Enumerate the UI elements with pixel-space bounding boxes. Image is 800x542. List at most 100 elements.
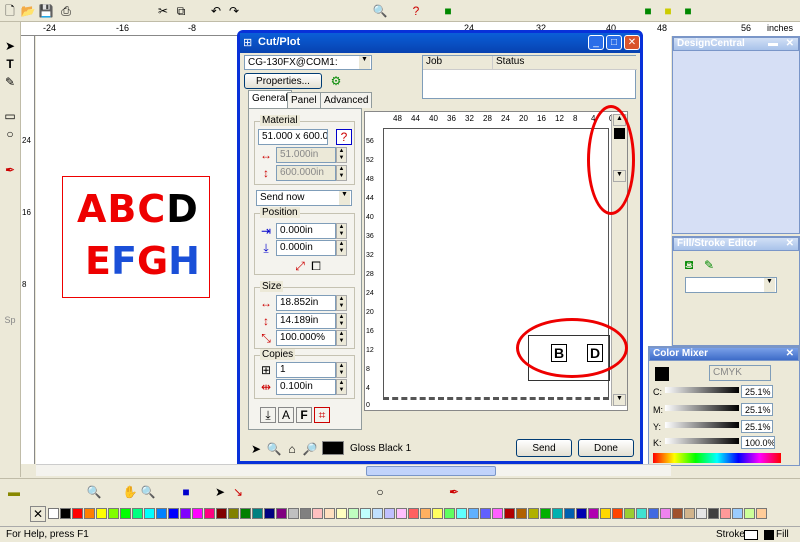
palette-swatch[interactable] [372,508,383,519]
send-mode-select[interactable]: Send now ▼ [256,190,352,206]
y-field[interactable]: 25.1% [741,420,773,433]
color-tool-icon[interactable]: ■ [178,484,194,500]
palette-swatch[interactable] [468,508,479,519]
spacing-field[interactable]: 0.100in [276,379,336,395]
ellipse-tool-icon[interactable]: ○ [2,126,18,142]
palette-swatch[interactable] [552,508,563,519]
print-icon[interactable]: ⎙ [58,3,74,19]
fit-icon[interactable]: ⌂ [284,441,300,457]
palette-swatch[interactable] [564,508,575,519]
palette-swatch[interactable] [276,508,287,519]
palette-swatch[interactable] [348,508,359,519]
k-field[interactable]: 100.0% [741,436,775,449]
palette-swatch[interactable] [636,508,647,519]
zoom-out-icon[interactable]: 🔎 [302,441,318,457]
palette-swatch[interactable] [408,508,419,519]
scrollbar-thumb[interactable] [366,466,496,476]
scale-spinner[interactable]: ▲ ▼ [336,330,347,346]
copies-field[interactable]: 1 [276,362,336,378]
position-x-spinner[interactable]: ▲ ▼ [336,223,347,239]
palette-swatch[interactable] [228,508,239,519]
stroke-pen-icon[interactable]: ✎ [701,257,717,273]
c-field[interactable]: 25.1% [741,385,773,398]
palette-swatch[interactable] [72,508,83,519]
palette-swatch[interactable] [528,508,539,519]
save-icon[interactable]: 💾 [38,3,54,19]
palette-swatch[interactable] [540,508,551,519]
new-icon[interactable]: 🗋 [2,3,18,19]
size-height-field[interactable]: 14.189in [276,313,336,329]
palette-swatch[interactable] [48,508,59,519]
tab-general[interactable]: General [248,90,292,108]
hand-tool-icon[interactable]: ✋ [122,484,138,500]
palette-swatch[interactable] [156,508,167,519]
cutplot-titlebar[interactable]: Cut/Plot [240,33,640,53]
material-select[interactable]: 51.000 x 600.0 [258,129,328,145]
minimize-button[interactable]: _ [588,35,604,50]
artwork-frame[interactable]: ABCD EFGH [62,176,210,298]
text-tool-icon[interactable]: T [2,56,18,72]
fill-bucket-icon[interactable]: ⛾ [681,257,697,273]
mode-icon-1[interactable]: ⤓ [260,407,276,423]
help-icon[interactable]: ? [408,3,424,19]
palette-swatch[interactable] [120,508,131,519]
size-width-spinner[interactable]: ▲ ▼ [336,295,347,311]
panel-close-icon[interactable]: ✕ [786,38,794,49]
palette-swatch[interactable] [216,508,227,519]
select-tool-icon[interactable]: ➤ [2,38,18,54]
palette-swatch[interactable] [612,508,623,519]
position-y-field[interactable]: 0.000in [276,240,336,256]
fill-stroke-title[interactable]: Fill/Stroke Editor ✕ [673,237,799,251]
palette-swatch[interactable] [96,508,107,519]
maximize-button[interactable]: □ [606,35,622,50]
horizontal-scrollbar[interactable] [36,464,671,476]
properties-button[interactable]: Properties... [244,73,322,89]
palette-swatch[interactable] [384,508,395,519]
hue-spectrum[interactable] [653,453,781,463]
zoom-icon[interactable]: 🔍 [372,3,388,19]
zoom-in-tool-icon[interactable]: 🔍 [140,484,156,500]
redo-icon[interactable]: ↷ [226,3,242,19]
panel-close-icon[interactable]: ✕ [786,348,794,359]
palette-swatch[interactable] [708,508,719,519]
pointer-icon[interactable]: ➤ [248,441,264,457]
palette-swatch[interactable] [624,508,635,519]
palette-swatch[interactable] [288,508,299,519]
palette-swatch[interactable] [684,508,695,519]
palette-swatch[interactable] [360,508,371,519]
palette-swatch[interactable] [432,508,443,519]
node-edit-icon[interactable]: ↘ [230,484,246,500]
send-button[interactable]: Send [516,439,572,457]
tab-panel[interactable]: Panel [287,92,321,108]
m-field[interactable]: 25.1% [741,403,773,416]
k-slider[interactable] [665,438,739,444]
palette-swatch[interactable] [756,508,767,519]
panel-close-icon[interactable]: ✕ [786,238,794,249]
palette-swatch[interactable] [492,508,503,519]
palette-swatch[interactable] [132,508,143,519]
palette-swatch[interactable] [264,508,275,519]
cut-icon[interactable]: ✂ [155,3,171,19]
reset-position-icon[interactable]: ⤢ [292,258,308,274]
tab-advanced[interactable]: Advanced [320,92,373,108]
palette-swatch[interactable] [696,508,707,519]
frame-icon[interactable]: ⌗ [314,407,330,423]
device-select[interactable]: CG-130FX@COM1: ▼ [244,55,372,70]
spacing-spinner[interactable]: ▲ ▼ [336,379,347,395]
shape-icon-2[interactable]: ■ [660,3,676,19]
align-icon[interactable]: ■ [440,3,456,19]
color-mixer-title[interactable]: Color Mixer ✕ [649,347,799,361]
design-central-title[interactable]: DesignCentral ▬ ✕ [673,37,799,51]
font-icon[interactable]: F [296,407,312,423]
zoom-in-icon[interactable]: 🔍 [266,441,282,457]
palette-swatch[interactable] [660,508,671,519]
palette-swatch[interactable] [180,508,191,519]
done-button[interactable]: Done [578,439,634,457]
shape-icon-3[interactable]: ■ [680,3,696,19]
pen-node-icon[interactable]: ✒ [446,484,462,500]
job-list[interactable]: Job Status [422,55,637,99]
ellipse-node-icon[interactable]: ○ [372,484,388,500]
palette-swatch[interactable] [144,508,155,519]
palette-swatch[interactable] [456,508,467,519]
palette-swatch[interactable] [84,508,95,519]
